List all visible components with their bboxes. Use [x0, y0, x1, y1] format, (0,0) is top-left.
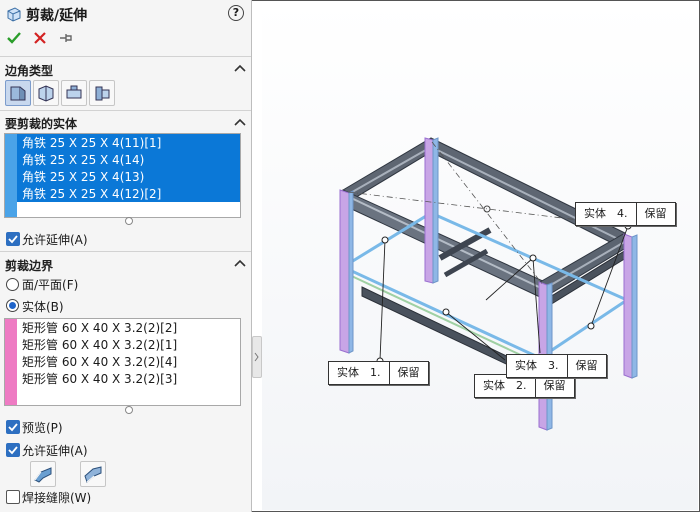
preview-label: 预览(P)	[22, 421, 63, 435]
end-butt2-icon	[95, 86, 110, 101]
check-icon	[8, 423, 18, 432]
callout-body-3[interactable]: 实体 3. 保留	[506, 354, 607, 378]
callout-action-toggle[interactable]: 保留	[635, 203, 675, 225]
property-manager-panel: 剪裁/延伸 ? 边角类型 要剪裁的实体 角铁 25 X 25 X 4(11)[1…	[0, 0, 252, 512]
selection-color-bar	[5, 134, 17, 217]
divider	[0, 251, 251, 252]
callout-body-label: 实体 1.	[337, 366, 381, 379]
trim-type-button-2[interactable]	[80, 461, 106, 487]
callout-action-toggle[interactable]: 保留	[566, 355, 606, 377]
panel-title: 剪裁/延伸	[26, 8, 88, 24]
corner-end-trim-button[interactable]	[5, 80, 31, 106]
graphics-viewport[interactable]	[262, 1, 698, 510]
weld-gap-checkbox[interactable]	[6, 490, 20, 504]
check-icon	[7, 32, 21, 44]
list-item[interactable]: 矩形管 60 X 40 X 3.2(2)[3]	[22, 371, 177, 387]
divider	[0, 110, 251, 111]
check-icon	[8, 446, 18, 455]
list-item[interactable]: 角铁 25 X 25 X 4(13)	[22, 169, 145, 185]
cancel-button[interactable]	[34, 32, 46, 47]
list-item[interactable]: 矩形管 60 X 40 X 3.2(2)[4]	[22, 354, 177, 370]
list-item[interactable]: 角铁 25 X 25 X 4(14)	[22, 152, 145, 168]
trim-type-1-icon	[34, 467, 52, 483]
corner-type-heading: 边角类型	[5, 64, 54, 78]
pushpin-icon	[60, 34, 72, 42]
chevron-up-icon[interactable]	[234, 118, 246, 126]
face-plane-label: 面/平面(F)	[22, 278, 79, 292]
bodies-to-trim-list[interactable]: 角铁 25 X 25 X 4(11)[1] 角铁 25 X 25 X 4(14)…	[4, 133, 241, 218]
callout-body-label: 实体 3.	[515, 359, 559, 372]
ok-button[interactable]	[7, 31, 21, 48]
help-button[interactable]: ?	[228, 5, 244, 21]
check-icon	[8, 235, 18, 244]
boundary-allow-extend-label: 允许延伸(A)	[22, 444, 88, 458]
resize-handle[interactable]	[125, 217, 133, 225]
resize-handle[interactable]	[125, 406, 133, 414]
chevron-right-icon	[254, 352, 259, 362]
body-label: 实体(B)	[22, 300, 64, 314]
list-item[interactable]: 角铁 25 X 25 X 4(12)[2]	[22, 186, 162, 202]
corner-end-butt2-button[interactable]	[89, 80, 115, 106]
callout-body-4[interactable]: 实体 4. 保留	[575, 202, 676, 226]
corner-end-butt1-button[interactable]	[61, 80, 87, 106]
boundary-allow-extend-checkbox[interactable]	[6, 443, 20, 457]
list-item[interactable]: 矩形管 60 X 40 X 3.2(2)[2]	[22, 320, 177, 336]
chevron-up-icon[interactable]	[234, 259, 246, 267]
close-icon	[34, 32, 46, 44]
selection-color-bar	[5, 319, 17, 405]
corner-end-miter-button[interactable]	[33, 80, 59, 106]
divider	[0, 56, 251, 57]
list-item[interactable]: 矩形管 60 X 40 X 3.2(2)[1]	[22, 337, 177, 353]
trim-boundary-list[interactable]: 矩形管 60 X 40 X 3.2(2)[2] 矩形管 60 X 40 X 3.…	[4, 318, 241, 406]
callout-body-1[interactable]: 实体 1. 保留	[328, 361, 429, 385]
weld-gap-label: 焊接缝隙(W)	[22, 491, 92, 505]
list-item[interactable]: 角铁 25 X 25 X 4(11)[1]	[22, 135, 162, 151]
preview-checkbox[interactable]	[6, 420, 20, 434]
chevron-up-icon[interactable]	[234, 64, 246, 72]
trim-boundary-heading: 剪裁边界	[5, 259, 54, 273]
end-butt1-icon	[66, 85, 82, 99]
frame-model	[339, 137, 638, 431]
end-trim-icon	[10, 86, 26, 101]
trim-extend-icon	[6, 6, 22, 22]
pin-button[interactable]	[59, 32, 73, 47]
end-miter-icon	[38, 85, 54, 102]
body-radio[interactable]	[6, 299, 19, 312]
callout-action-toggle[interactable]: 保留	[534, 375, 574, 397]
bodies-to-trim-heading: 要剪裁的实体	[5, 117, 78, 131]
face-plane-radio[interactable]	[6, 278, 19, 291]
allow-extend-checkbox[interactable]	[6, 232, 20, 246]
callout-body-label: 实体 2.	[483, 379, 527, 392]
allow-extend-label: 允许延伸(A)	[22, 233, 88, 247]
callout-body-label: 实体 4.	[584, 207, 628, 220]
panel-splitter[interactable]	[252, 336, 262, 378]
callout-action-toggle[interactable]: 保留	[388, 362, 428, 384]
trim-type-button-1[interactable]	[30, 461, 56, 487]
trim-type-2-icon	[84, 466, 102, 483]
